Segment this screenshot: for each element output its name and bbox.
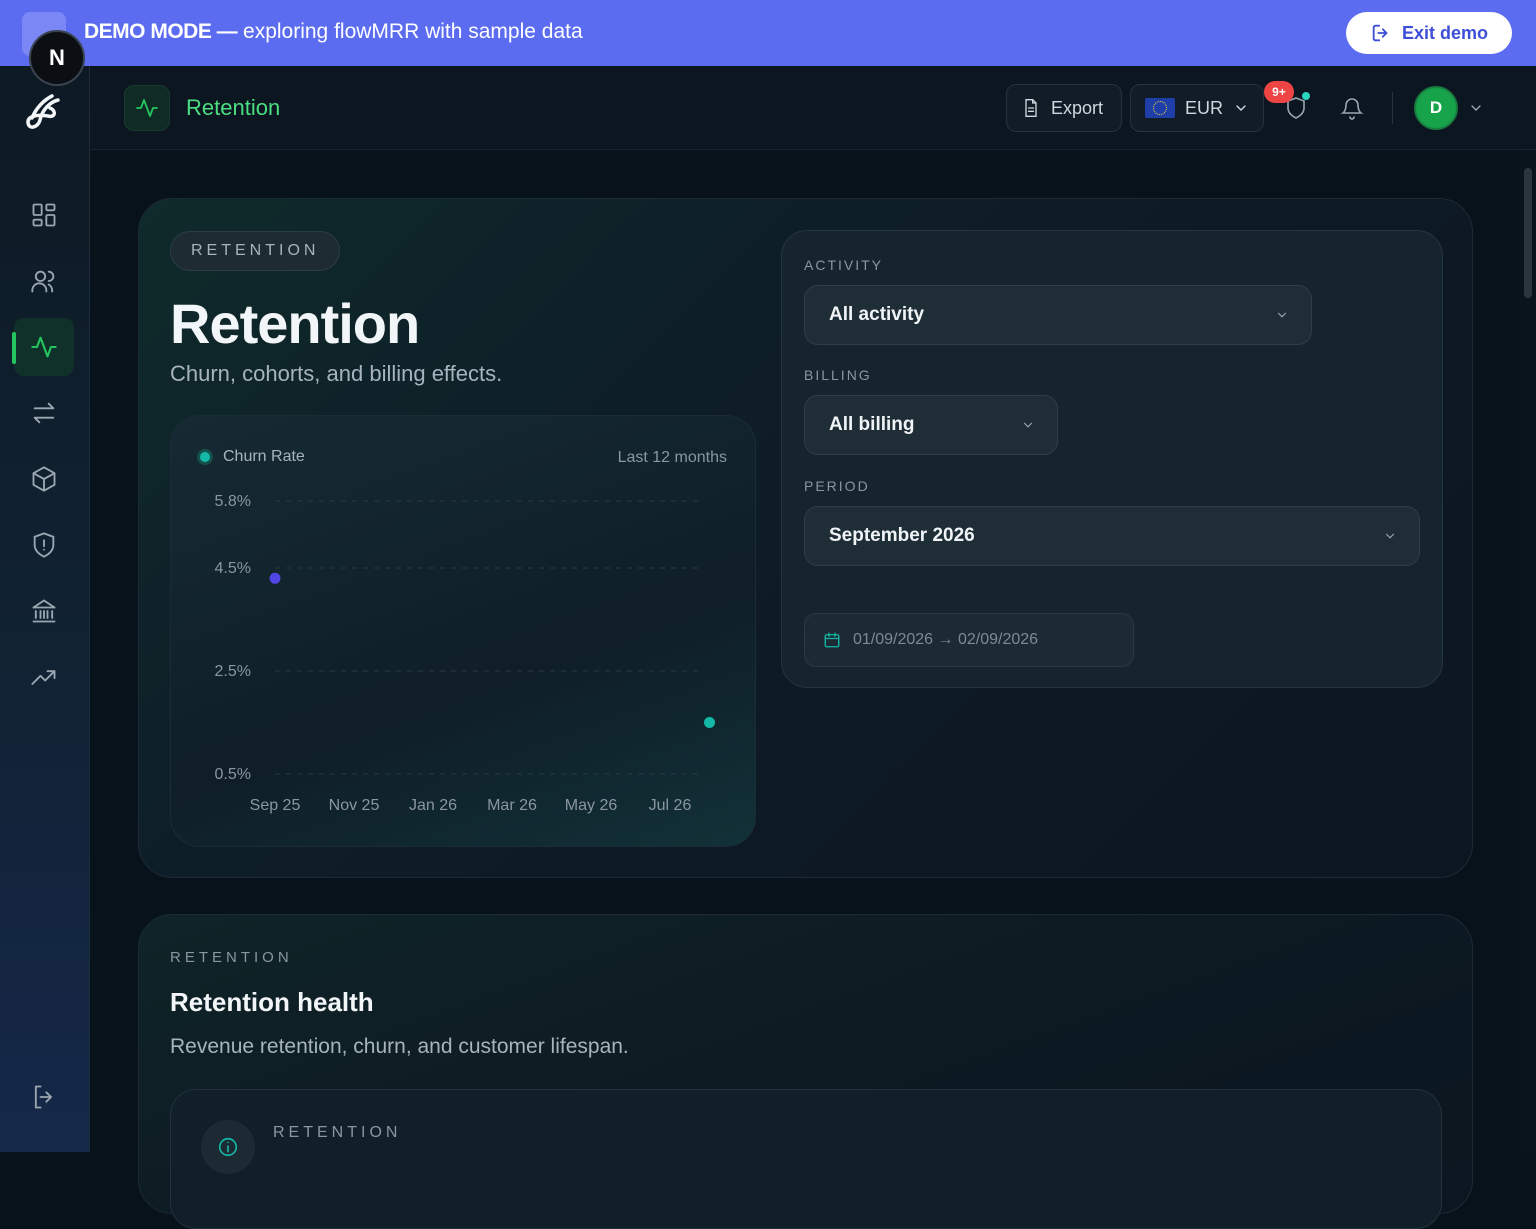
grid-icon [32, 203, 56, 227]
page-title: Retention [186, 95, 281, 120]
shield-alert-icon [33, 532, 55, 558]
demo-banner: DEMO MODE — exploring flowMRR with sampl… [0, 0, 1536, 66]
demo-mode-label: DEMO MODE — [84, 20, 238, 43]
y-tick-label: 2.5% [215, 663, 251, 680]
status-dot [1302, 92, 1310, 100]
sidebar-item-customers[interactable] [14, 252, 74, 310]
info-icon[interactable] [201, 1120, 255, 1174]
billing-select[interactable]: All billing [804, 395, 1058, 455]
sidebar-item-dashboard[interactable] [14, 186, 74, 244]
period-value: September 2026 [829, 525, 975, 546]
demo-message: exploring flowMRR with sample data [243, 20, 583, 43]
y-tick-label: 4.5% [215, 560, 251, 577]
currency-select[interactable]: EUR [1130, 84, 1264, 132]
notifications-button[interactable] [1336, 92, 1368, 124]
chevron-down-icon [1277, 312, 1287, 318]
date-range-value: 01/09/2026 → 02/09/2026 [853, 631, 1039, 648]
exit-icon [1372, 24, 1388, 42]
health-eyebrow: RETENTION [170, 949, 293, 966]
activity-select[interactable]: All activity [804, 285, 1312, 345]
activity-icon [31, 336, 57, 358]
period-label: PERIOD [804, 478, 870, 494]
sidebar-item-transactions[interactable] [14, 384, 74, 442]
exit-demo-label: Exit demo [1401, 22, 1489, 43]
x-tick-label: Mar 26 [487, 797, 537, 814]
sidebar-item-products[interactable] [14, 450, 74, 508]
metric-label: RETENTION [273, 1124, 402, 1141]
box-icon [32, 466, 56, 492]
notification-count-badge: 9+ [1264, 81, 1294, 103]
churn-chart-card: Churn Rate Last 12 months 5.8% 4.5% 2.5% 0.… [170, 415, 756, 847]
scrollbar-thumb[interactable] [1524, 168, 1532, 298]
eu-flag-icon [1145, 98, 1175, 118]
sidebar [0, 66, 90, 1152]
export-button[interactable]: Export [1006, 84, 1122, 132]
billing-label: BILLING [804, 367, 872, 383]
activity-value: All activity [829, 304, 925, 325]
x-tick-label: Nov 25 [329, 797, 380, 814]
date-range-field[interactable]: 01/09/2026 → 02/09/2026 [804, 613, 1134, 667]
billing-value: All billing [829, 414, 915, 435]
bank-icon [32, 599, 56, 623]
chevron-down-icon[interactable] [1468, 100, 1484, 116]
x-tick-label: Jan 26 [409, 797, 457, 814]
file-icon [1025, 99, 1037, 117]
health-title: Retention health [170, 987, 374, 1017]
hero-subtitle: Churn, cohorts, and billing effects. [170, 361, 503, 386]
x-tick-label: May 26 [565, 797, 618, 814]
users-icon [31, 270, 55, 293]
chevron-down-icon [1236, 105, 1246, 111]
health-subtitle: Revenue retention, churn, and customer l… [170, 1035, 629, 1058]
top-bar: Retention Export EUR 9+ D [90, 66, 1536, 150]
period-select[interactable]: September 2026 [804, 506, 1420, 566]
demo-banner-text: DEMO MODE — exploring flowMRR with sampl… [84, 20, 583, 44]
chevron-down-icon [1023, 422, 1033, 428]
activity-icon [136, 99, 158, 117]
retention-metric-card: RETENTION [170, 1089, 1442, 1229]
data-point[interactable] [704, 717, 715, 728]
filter-panel: ACTIVITY All activity BILLING All billin… [781, 230, 1443, 688]
trending-up-icon [31, 670, 56, 685]
data-point[interactable] [269, 572, 281, 584]
app-logo[interactable] [22, 90, 66, 134]
nextjs-badge[interactable]: N [29, 30, 85, 86]
sidebar-item-retention[interactable] [12, 318, 74, 376]
x-tick-label: Sep 25 [250, 797, 301, 814]
currency-label: EUR [1185, 97, 1224, 118]
chevron-down-icon [1385, 533, 1395, 539]
calendar-icon [824, 632, 840, 648]
page-icon [124, 85, 170, 131]
divider [1392, 92, 1393, 124]
arrows-icon [33, 402, 55, 424]
bell-icon [1340, 98, 1364, 120]
y-tick-label: 0.5% [215, 766, 251, 783]
exit-demo-button[interactable]: Exit demo [1346, 12, 1512, 54]
retention-health-card: RETENTION Retention health Revenue reten… [138, 914, 1473, 1229]
sidebar-item-risk[interactable] [14, 516, 74, 574]
logout-icon [34, 1085, 52, 1109]
retention-hero-card: RETENTION Retention Churn, cohorts, and … [138, 198, 1473, 878]
sidebar-item-growth[interactable] [14, 648, 74, 706]
export-label: Export [1051, 97, 1104, 118]
sidebar-item-banking[interactable] [14, 582, 74, 640]
scrollbar-track[interactable] [1520, 150, 1536, 1152]
section-pill: RETENTION [170, 231, 341, 271]
logout-button[interactable] [14, 1068, 74, 1126]
activity-label: ACTIVITY [804, 257, 884, 273]
hero-title: Retention [170, 292, 420, 355]
churn-chart: 5.8% 4.5% 2.5% 0.5% Sep 25 Nov 25 Jan 26 Mar 26… [215, 493, 715, 814]
y-tick-label: 5.8% [215, 493, 251, 510]
avatar[interactable]: D [1414, 86, 1458, 130]
x-tick-label: Jul 26 [649, 797, 692, 814]
